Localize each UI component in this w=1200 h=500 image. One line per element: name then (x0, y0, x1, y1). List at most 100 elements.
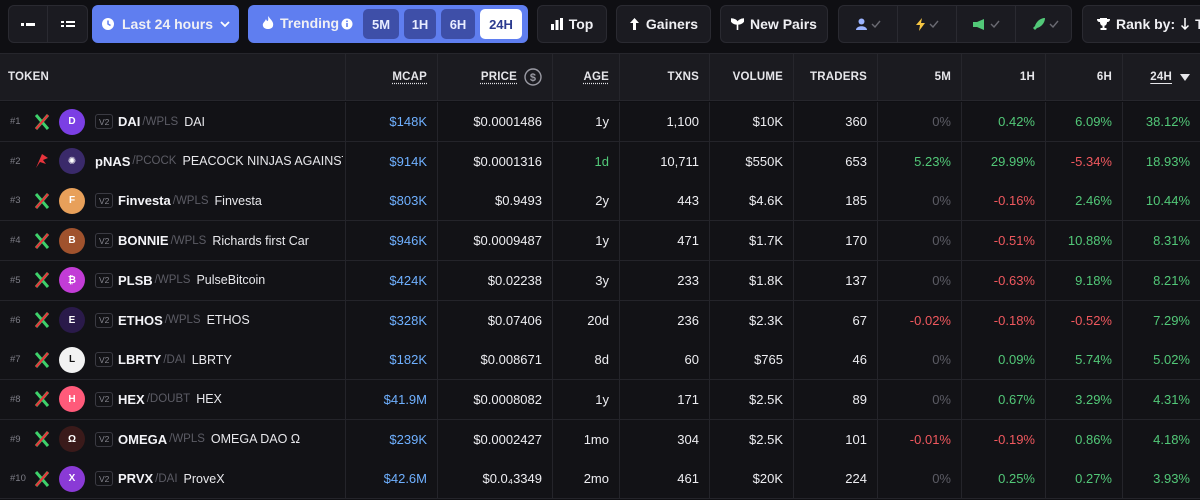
header-volume[interactable]: VOLUME (709, 54, 793, 100)
cell-mcap: $148K (345, 102, 437, 141)
trophy-icon (1097, 18, 1110, 30)
header-token: TOKEN (0, 54, 345, 100)
cell-txns: 304 (619, 420, 709, 459)
phoenix-dex-icon (34, 151, 50, 171)
version-badge: V2 (95, 273, 113, 288)
filter-icons-group (838, 5, 1072, 43)
cell-change-6h: 0.86% (1045, 420, 1122, 459)
rank-label: #6 (10, 315, 21, 326)
token-name-group: PLSB/WPLS PulseBitcoin (118, 261, 343, 300)
header-age[interactable]: AGE (552, 54, 619, 100)
cell-change-6h: 10.88% (1045, 221, 1122, 260)
table-row[interactable]: #8 H V2 HEX/DOUBT HEX $41.9M $0.0008082 1y 171 $2… (0, 380, 1200, 420)
version-badge: V2 (95, 193, 113, 208)
token-full-name: HEX (196, 392, 222, 406)
token-cell[interactable]: #6 E V2 ETHOS/WPLS ETHOS (0, 301, 345, 340)
check-icon (1049, 20, 1059, 28)
token-cell[interactable]: #3 F V2 Finvesta/WPLS Finvesta (0, 181, 345, 220)
cell-change-5m: -0.02% (877, 301, 961, 340)
cell-volume: $765 (709, 340, 793, 379)
trending-label[interactable]: Trending (280, 15, 339, 31)
cell-price: $0.02238 (437, 261, 552, 300)
header-txns[interactable]: TXNS (619, 54, 709, 100)
table-row[interactable]: #6 E V2 ETHOS/WPLS ETHOS $328K $0.07406 20d 236 $… (0, 301, 1200, 341)
tab-5m[interactable]: 5M (363, 9, 399, 39)
token-full-name: PEACOCK NINJAS AGAINST (182, 154, 343, 168)
cell-change-6h: 6.09% (1045, 102, 1122, 141)
token-logo-icon: ✺ (59, 148, 85, 174)
tab-6h[interactable]: 6H (441, 9, 475, 39)
rank-label: #3 (10, 195, 21, 206)
filter-megaphone[interactable] (957, 6, 1016, 42)
cell-age: 8d (552, 340, 619, 379)
token-cell[interactable]: #7 L V2 LBRTY/DAI LBRTY (0, 340, 345, 379)
table-row[interactable]: #2 ✺ pNAS/PCOCK PEACOCK NINJAS AGAINST $914K… (0, 142, 1200, 182)
dollar-toggle-icon[interactable]: $ (524, 68, 542, 86)
table-row[interactable]: #4 B V2 BONNIE/WPLS Richards first Car $946K $… (0, 221, 1200, 261)
table-row[interactable]: #10 X V2 PRVX/DAI ProveX $42.6M $0.0₄3349 2mo 46… (0, 459, 1200, 499)
filter-rocket[interactable] (1016, 6, 1075, 42)
token-name-group: pNAS/PCOCK PEACOCK NINJAS AGAINST (95, 142, 343, 181)
rank-by-label: Rank by: (1116, 16, 1175, 32)
cell-price: $0.0008082 (437, 380, 552, 419)
quote-symbol: /WPLS (173, 195, 209, 207)
token-cell[interactable]: #1 D V2 DAI/WPLS DAI (0, 102, 345, 141)
timeframe-label: Last 24 hours (122, 16, 213, 32)
grid-view-icon[interactable] (9, 5, 48, 43)
cell-traders: 360 (793, 102, 877, 141)
top-button[interactable]: Top (537, 5, 607, 43)
header-1h[interactable]: 1H (961, 54, 1045, 100)
list-view-icon[interactable] (48, 5, 87, 43)
token-logo-icon: H (59, 386, 85, 412)
token-cell[interactable]: #10 X V2 PRVX/DAI ProveX (0, 459, 345, 498)
cell-change-1h: -0.16% (961, 181, 1045, 220)
cell-age: 1y (552, 221, 619, 260)
table-row[interactable]: #3 F V2 Finvesta/WPLS Finvesta $803K $0.9493 2y… (0, 181, 1200, 221)
tab-1h[interactable]: 1H (404, 9, 436, 39)
token-name-group: ETHOS/WPLS ETHOS (118, 301, 343, 340)
version-badge: V2 (95, 432, 113, 447)
token-cell[interactable]: #8 H V2 HEX/DOUBT HEX (0, 380, 345, 419)
header-mcap[interactable]: MCAP (345, 54, 437, 100)
cell-price: $0.0₄3349 (437, 459, 552, 498)
cell-volume: $10K (709, 102, 793, 141)
token-cell[interactable]: #5 ₿ V2 PLSB/WPLS PulseBitcoin (0, 261, 345, 300)
version-badge: V2 (95, 114, 113, 129)
filter-bolt[interactable] (898, 6, 957, 42)
pulsex-dex-icon (34, 469, 50, 489)
header-price[interactable]: PRICE $ (437, 54, 552, 100)
timeframe-dropdown[interactable]: Last 24 hours (92, 5, 239, 43)
header-6h[interactable]: 6H (1045, 54, 1122, 100)
table-row[interactable]: #1 D V2 DAI/WPLS DAI $148K $0.0001486 1y 1,100 $1… (0, 102, 1200, 142)
token-cell[interactable]: #2 ✺ pNAS/PCOCK PEACOCK NINJAS AGAINST (0, 142, 345, 181)
header-traders[interactable]: TRADERS (793, 54, 877, 100)
info-icon[interactable] (341, 18, 353, 30)
bar-chart-icon (551, 18, 563, 30)
filter-user[interactable] (839, 6, 898, 42)
quote-symbol: /WPLS (169, 433, 205, 445)
token-name-group: BONNIE/WPLS Richards first Car (118, 221, 343, 260)
table-row[interactable]: #9 Ω V2 OMEGA/WPLS OMEGA DAO Ω $239K $0.000242… (0, 420, 1200, 460)
cell-volume: $550K (709, 142, 793, 181)
pulsex-dex-icon (34, 389, 50, 409)
new-pairs-button[interactable]: New Pairs (720, 5, 828, 43)
header-5m[interactable]: 5M (877, 54, 961, 100)
table-row[interactable]: #5 ₿ V2 PLSB/WPLS PulseBitcoin $424K $0.02238 3… (0, 261, 1200, 301)
token-cell[interactable]: #4 B V2 BONNIE/WPLS Richards first Car (0, 221, 345, 260)
rank-by-dropdown[interactable]: Rank by: Tr (1082, 5, 1200, 43)
cell-change-5m: 0% (877, 340, 961, 379)
cell-change-1h: 0.42% (961, 102, 1045, 141)
version-badge: V2 (95, 392, 113, 407)
token-cell[interactable]: #9 Ω V2 OMEGA/WPLS OMEGA DAO Ω (0, 420, 345, 459)
table-row[interactable]: #7 L V2 LBRTY/DAI LBRTY $182K $0.008671 8d 60 $76… (0, 340, 1200, 380)
cell-txns: 233 (619, 261, 709, 300)
trending-group: Trending 5M 1H 6H 24H (248, 5, 528, 43)
tab-24h[interactable]: 24H (480, 9, 522, 39)
check-icon (990, 20, 1000, 28)
pulsex-dex-icon (34, 231, 50, 251)
header-24h[interactable]: 24H (1122, 54, 1200, 100)
gainers-button[interactable]: Gainers (616, 5, 711, 43)
cell-change-24h: 8.21% (1122, 261, 1200, 300)
rank-label: #4 (10, 235, 21, 246)
user-icon (856, 18, 867, 30)
